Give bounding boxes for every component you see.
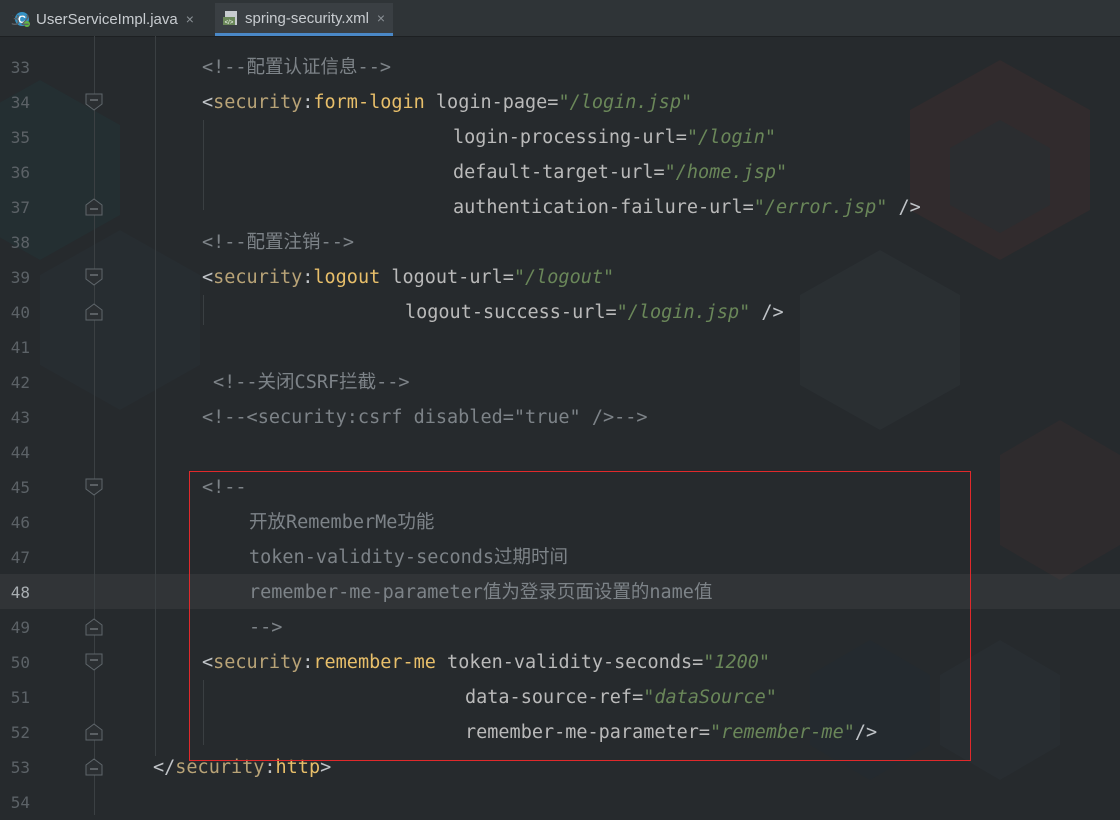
tab-label: spring-security.xml <box>245 9 369 27</box>
gutter-separator <box>94 36 95 815</box>
xml-file-icon: </> <box>223 10 239 26</box>
code-tag: logout <box>313 267 381 288</box>
code-token: < <box>202 92 214 113</box>
code-token: : <box>302 92 314 113</box>
code-value: "/login.jsp" <box>558 92 693 113</box>
code-attribute: default-target-url= <box>453 162 665 183</box>
line-number: 36 <box>10 163 30 182</box>
indent-guide <box>203 295 204 325</box>
tab-userserviceimpl[interactable]: C UserServiceImpl.java × <box>10 3 200 35</box>
code-line-form-login: <security:form-login login-page="/login.… <box>202 85 692 120</box>
code-namespace: security <box>213 92 303 113</box>
code-tag: form-login <box>313 92 425 113</box>
code-attribute: authentication-failure-url= <box>453 197 754 218</box>
close-icon[interactable]: × <box>186 11 194 27</box>
indent-guide <box>155 36 156 756</box>
code-token: /> <box>750 302 784 323</box>
line-number: 35 <box>10 128 30 147</box>
indent-guide <box>203 120 204 210</box>
line-number-current: 48 <box>10 583 30 602</box>
line-number: 52 <box>10 723 30 742</box>
svg-text:</>: </> <box>225 20 234 26</box>
line-number: 34 <box>10 93 30 112</box>
code-value: "/home.jsp" <box>664 162 788 183</box>
code-line: login-processing-url="/login" <box>453 120 776 155</box>
tab-spring-security[interactable]: </> spring-security.xml × <box>215 3 394 36</box>
line-number: 39 <box>10 268 30 287</box>
annotation-highlight-box <box>189 471 971 761</box>
line-number: 37 <box>10 198 30 217</box>
line-number: 43 <box>10 408 30 427</box>
line-number: 38 <box>10 233 30 252</box>
line-number: 49 <box>10 618 30 637</box>
close-icon[interactable]: × <box>377 10 385 26</box>
line-number: 40 <box>10 303 30 322</box>
fold-open-icon[interactable] <box>85 93 103 111</box>
line-number: 51 <box>10 688 30 707</box>
code-token: </ <box>153 757 176 778</box>
code-line: authentication-failure-url="/error.jsp" … <box>453 190 921 225</box>
line-number: 46 <box>10 513 30 532</box>
code-comment: <!--<security:csrf disabled="true" />--> <box>202 407 648 428</box>
code-attribute: logout-success-url= <box>405 302 617 323</box>
fold-close-icon[interactable] <box>85 198 103 216</box>
line-number: 50 <box>10 653 30 672</box>
code-attribute: login-processing-url= <box>453 127 687 148</box>
line-number: 45 <box>10 478 30 497</box>
code-token: : <box>302 267 314 288</box>
code-comment: <!--关闭CSRF拦截--> <box>213 372 410 393</box>
code-token: < <box>202 267 214 288</box>
code-attribute: login-page= <box>424 92 559 113</box>
editor-tab-bar: C UserServiceImpl.java × </> spring-secu… <box>0 0 1120 37</box>
line-number: 32 <box>10 15 30 29</box>
line-number: 42 <box>10 373 30 392</box>
tab-label: UserServiceImpl.java <box>36 10 178 28</box>
code-comment: <!--配置认证信息--> <box>202 57 391 78</box>
line-number: 33 <box>10 58 30 77</box>
fold-close-icon[interactable] <box>85 723 103 741</box>
code-line-logout: <security:logout logout-url="/logout" <box>202 260 614 295</box>
line-number: 47 <box>10 548 30 567</box>
code-value: "/logout" <box>513 267 615 288</box>
fold-open-icon[interactable] <box>85 268 103 286</box>
code-value: "/login.jsp" <box>616 302 751 323</box>
line-number: 44 <box>10 443 30 462</box>
fold-close-icon[interactable] <box>85 303 103 321</box>
line-number: 53 <box>10 758 30 777</box>
code-value: "/error.jsp" <box>753 197 888 218</box>
fold-open-icon[interactable] <box>85 478 103 496</box>
fold-close-icon[interactable] <box>85 758 103 776</box>
fold-close-icon[interactable] <box>85 618 103 636</box>
code-value: "/login" <box>686 127 777 148</box>
code-attribute: logout-url= <box>380 267 514 288</box>
code-line: default-target-url="/home.jsp" <box>453 155 787 190</box>
line-number: 41 <box>10 338 30 357</box>
code-namespace: security <box>213 267 303 288</box>
code-comment: <!--配置注销--> <box>202 232 354 253</box>
fold-open-icon[interactable] <box>85 653 103 671</box>
code-line: logout-success-url="/login.jsp" /> <box>405 295 784 330</box>
code-token: /> <box>887 197 921 218</box>
